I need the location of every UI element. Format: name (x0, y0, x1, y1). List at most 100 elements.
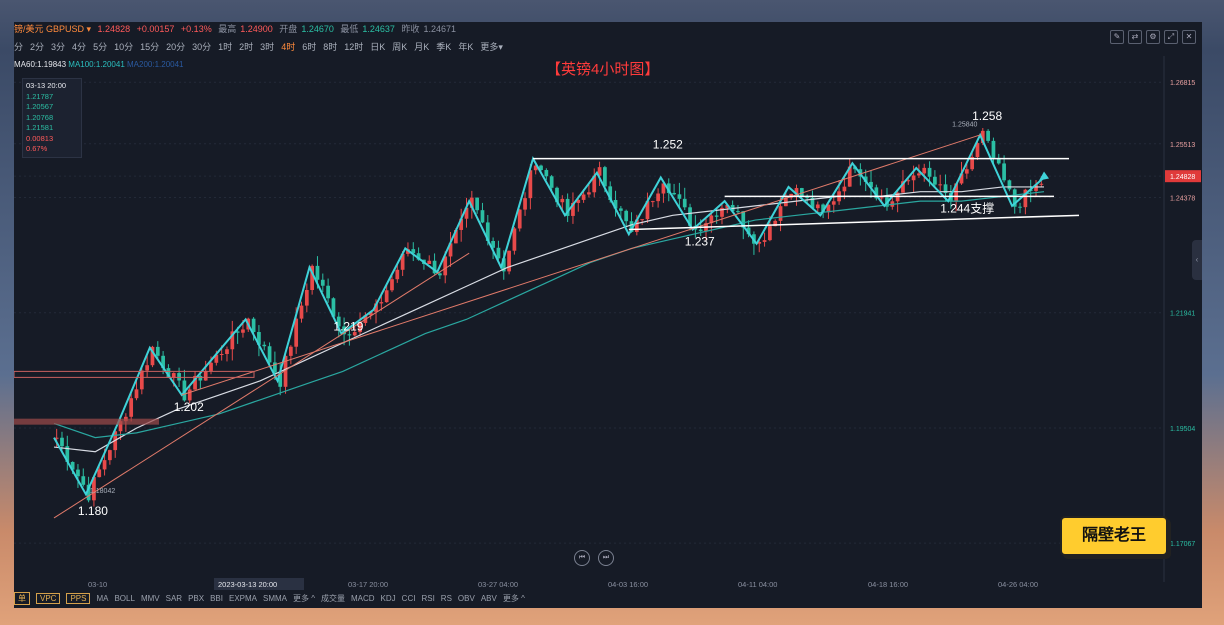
candle-body (842, 186, 847, 192)
candle-body (964, 169, 969, 174)
ohlc-low: 1.20768 (26, 112, 54, 122)
candle-body (262, 344, 267, 347)
bottom-tag-1[interactable]: VPC (36, 593, 61, 604)
candle-body (1039, 183, 1044, 185)
y-tick-label: 1.26815 (1170, 80, 1195, 87)
indicator-13[interactable]: RSI (421, 594, 434, 603)
demand-zone (14, 418, 159, 425)
ohlc-change-pct: 0.67% (26, 144, 48, 153)
rewind-icon[interactable]: ⏮ (574, 550, 590, 566)
candle-body (76, 469, 80, 477)
pivot-label: 1.252 (653, 138, 683, 152)
trend-line-1 (53, 252, 470, 519)
indicator-7[interactable]: SMMA (263, 594, 287, 603)
candle-body (672, 192, 676, 195)
candle-body (145, 365, 150, 371)
candle-body (225, 349, 229, 355)
candle-body (219, 354, 224, 356)
candle-body (209, 362, 213, 371)
chart-window: 镑/美元 GBPUSD ▾ 1.24828 +0.00157 +0.13% 最高… (14, 22, 1202, 608)
x-tick-label: 04-11 04:00 (738, 580, 777, 589)
candle-body (517, 209, 522, 229)
indicator-12[interactable]: CCI (402, 594, 416, 603)
candle-body (581, 194, 586, 200)
y-tick-label: 1.21941 (1170, 311, 1195, 318)
candle-body (379, 302, 384, 304)
indicator-5[interactable]: BBI (210, 594, 223, 603)
candle-body (640, 219, 645, 221)
candle-body (267, 346, 272, 363)
candle-body (395, 269, 400, 280)
candle-body (587, 192, 591, 195)
indicator-6[interactable]: EXPMA (229, 594, 257, 603)
candle-body (560, 198, 565, 203)
candle-body (805, 197, 810, 199)
candle-body (288, 346, 293, 356)
indicator-15[interactable]: OBV (458, 594, 475, 603)
price-annotation: 1.18042 (90, 488, 115, 495)
candle-body (1018, 206, 1022, 208)
indicator-1[interactable]: BOLL (114, 594, 134, 603)
candle-body (650, 201, 655, 203)
y-tick-label: 1.25513 (1170, 142, 1195, 149)
lower-trendline (628, 214, 1080, 231)
candle-body (60, 437, 64, 447)
ohlc-change: 0.00813 (26, 133, 54, 143)
indicator-16[interactable]: ABV (481, 594, 497, 603)
x-tick-label: 04-18 16:00 (868, 580, 908, 589)
candle-body (102, 460, 107, 470)
candle-body (922, 167, 927, 174)
candle-body (427, 260, 432, 264)
candle-body (714, 215, 719, 217)
candle-body (187, 389, 192, 401)
indicator-10[interactable]: MACD (351, 594, 375, 603)
trend-line-2 (181, 134, 981, 396)
candle-body (241, 329, 245, 333)
zigzag-path (53, 132, 1045, 497)
bottom-tag-0[interactable]: 单 (14, 592, 30, 605)
x-tick-label: 2023-03-13 20:00 (218, 580, 277, 589)
candle-body (496, 247, 501, 259)
candle-body (927, 167, 932, 177)
candle-body (544, 170, 549, 177)
x-tick-label: 04-26 04:00 (998, 580, 1038, 589)
indicator-14[interactable]: RS (441, 594, 452, 603)
candle-body (155, 346, 160, 356)
indicator-4[interactable]: PBX (188, 594, 204, 603)
candle-body (97, 469, 102, 478)
candle-body (986, 130, 990, 141)
candle-body (762, 240, 767, 242)
candle-body (320, 279, 325, 286)
pivot-label: 1.202 (174, 400, 204, 414)
pivot-label: 1.219 (333, 320, 363, 334)
candle-body (139, 370, 144, 390)
side-collapse-icon[interactable]: ‹ (1192, 240, 1202, 280)
brand-logo: 隔壁老王 (1060, 516, 1168, 556)
candle-body (475, 197, 480, 211)
price-chart[interactable]: 1.26815 1.25513 1.24828 1.24378 1.21941 1.195… (14, 22, 1202, 608)
chart-title: 【英镑4小时图】 (546, 60, 659, 78)
x-tick-label: 03-17 20:00 (348, 580, 388, 589)
indicator-8[interactable]: 更多 ^ (293, 594, 315, 603)
price-annotation: 1.25840 (952, 121, 977, 128)
candle-body (390, 279, 394, 291)
pivot-label: 1.244支撑 (940, 200, 994, 215)
candle-body (682, 198, 687, 208)
y-tick-label: 1.17067 (1170, 541, 1195, 548)
indicator-3[interactable]: SAR (166, 594, 182, 603)
candle-body (198, 375, 203, 381)
indicator-11[interactable]: KDJ (381, 594, 396, 603)
bottom-tag-2[interactable]: PPS (66, 593, 91, 604)
ohlc-tooltip: 03-13 20:00 1.21787 1.20567 1.20768 1.21… (22, 78, 82, 158)
indicator-17[interactable]: 更多 ^ (503, 594, 525, 603)
indicator-2[interactable]: MMV (141, 594, 160, 603)
ohlc-close: 1.21581 (26, 123, 54, 132)
indicator-9[interactable]: 成交量 (321, 594, 345, 603)
candle-body (438, 273, 442, 276)
candle-body (1002, 163, 1006, 181)
forward-icon[interactable]: ⏭ (598, 550, 614, 566)
indicator-0[interactable]: MA (96, 594, 108, 603)
candle-body (347, 334, 352, 336)
candle-body (299, 305, 304, 319)
ohlc-date: 03-13 20:00 (26, 81, 67, 90)
